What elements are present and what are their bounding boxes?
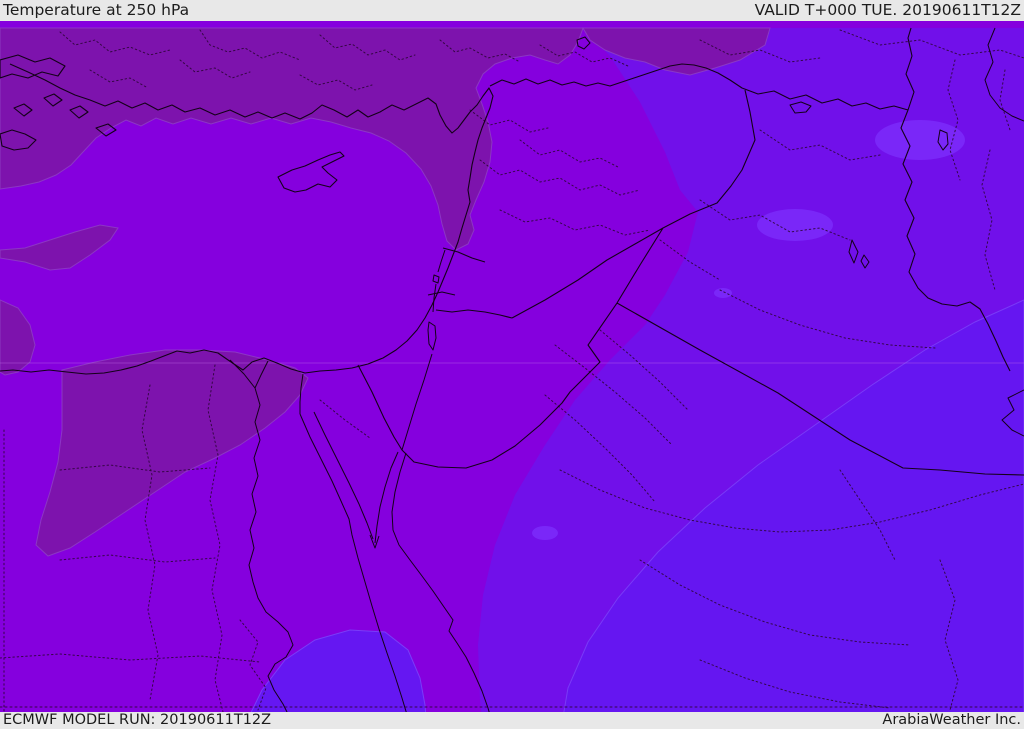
footer-bar: ECMWF MODEL RUN: 20190611T12Z ArabiaWeat… [0,712,1024,729]
valid-time-label: VALID T+000 TUE. 20190611T12Z [754,0,1021,19]
weather-map-screen: Temperature at 250 hPa VALID T+000 TUE. … [0,0,1024,729]
branding-label: ArabiaWeather Inc. [882,712,1021,729]
map-title: Temperature at 250 hPa [3,0,190,19]
model-run-label: ECMWF MODEL RUN: 20190611T12Z [3,712,272,729]
map-canvas [0,21,1024,712]
header-bar: Temperature at 250 hPa VALID T+000 TUE. … [0,0,1024,21]
